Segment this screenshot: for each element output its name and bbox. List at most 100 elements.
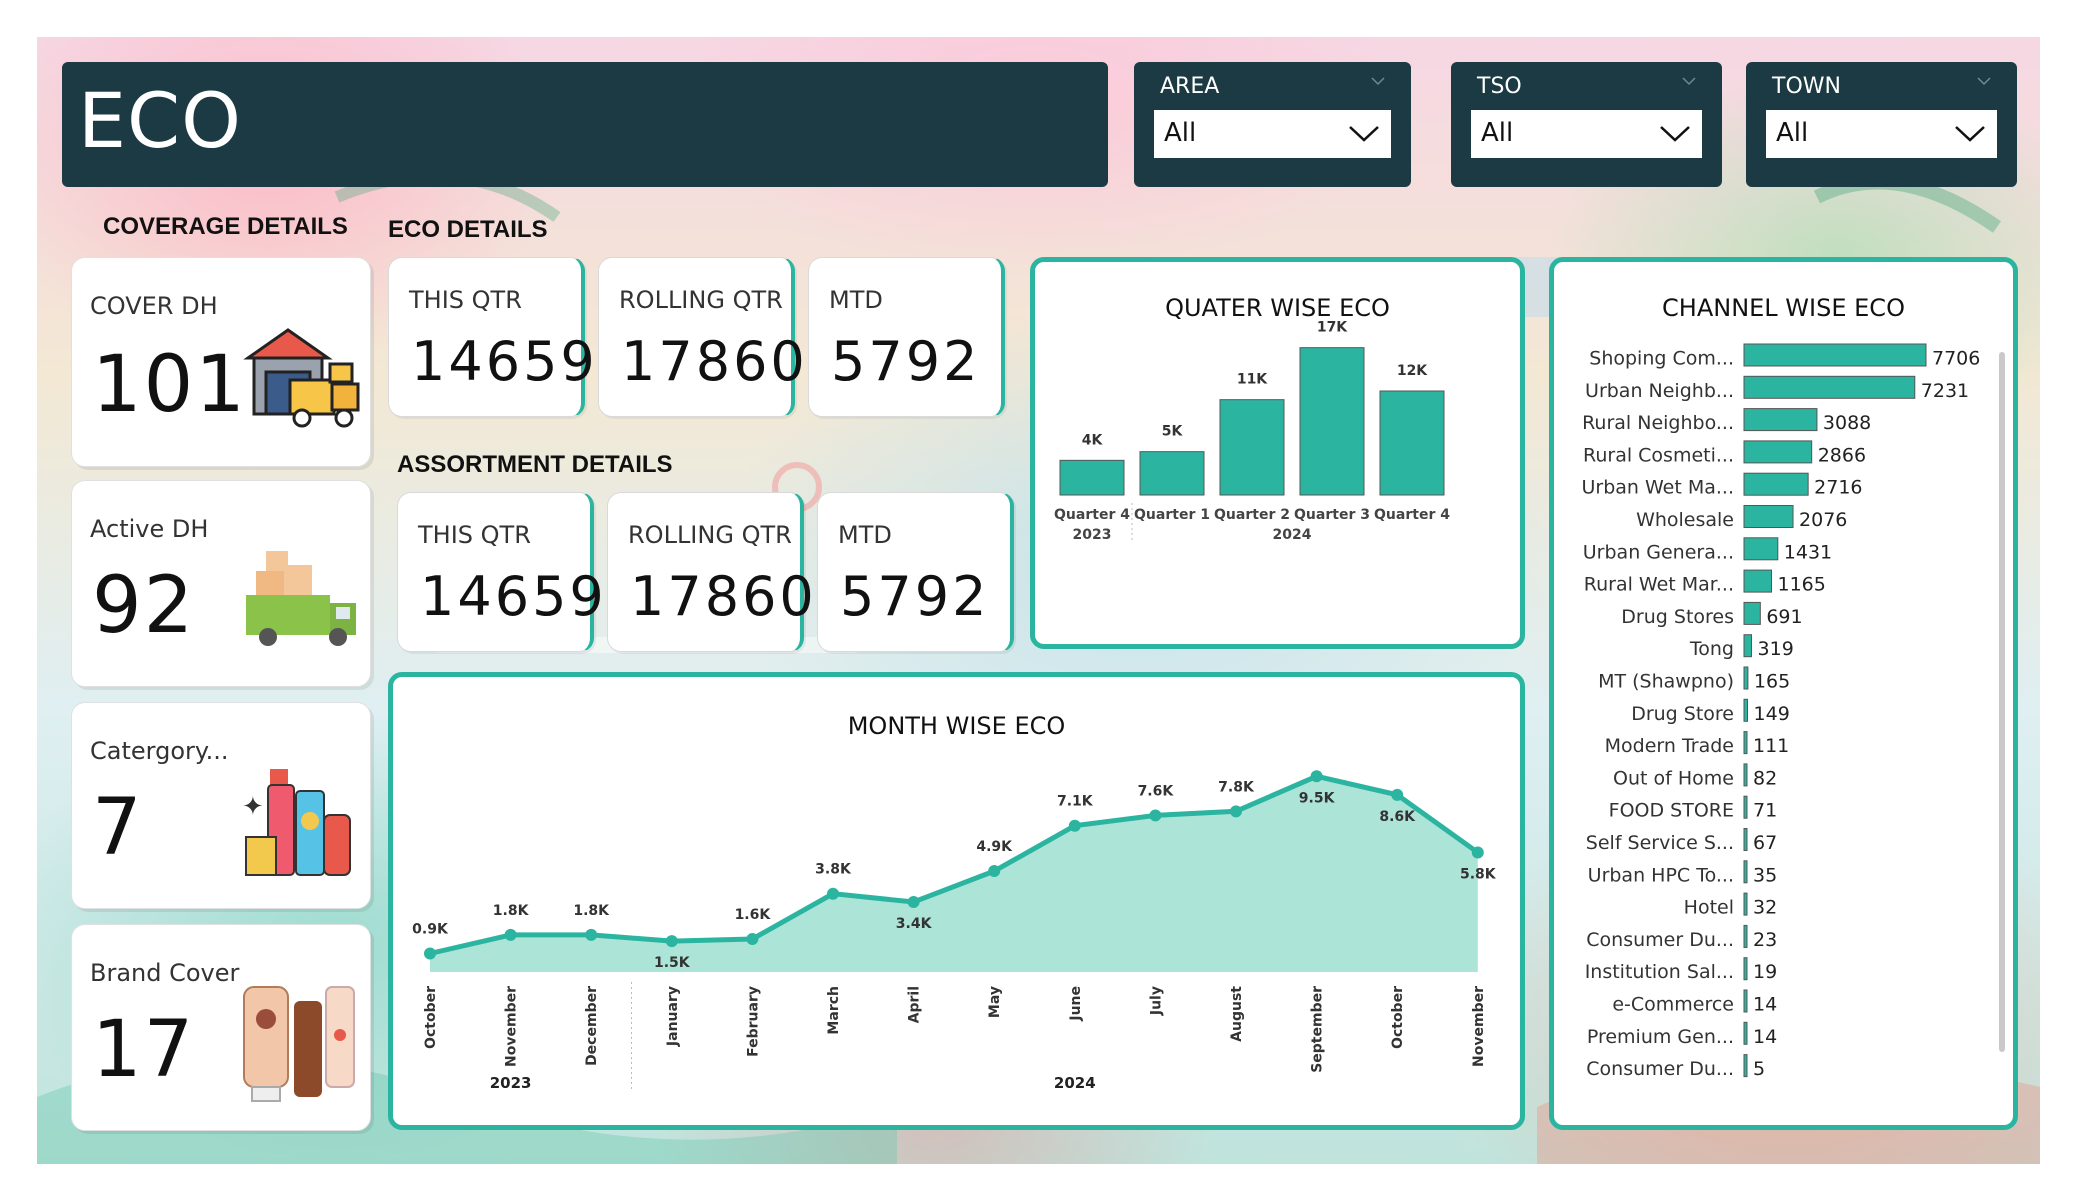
channel-value-label: 32: [1753, 897, 1777, 919]
brand-cover-value: 17: [92, 1005, 196, 1095]
dashboard-canvas: ECO AREA All TSO All TOWN All COVERAGE D…: [37, 37, 2040, 1164]
channel-value-label: 1165: [1778, 574, 1826, 596]
channel-category-label: Tong: [1689, 638, 1734, 660]
channel-bar: [1743, 892, 1748, 916]
channel-category-label: MT (Shawpno): [1598, 671, 1734, 693]
month-tick-label: December: [584, 986, 600, 1066]
town-filter-dropdown[interactable]: All: [1766, 110, 1997, 158]
quarter-data-label: 17K: [1317, 320, 1348, 336]
channel-category-label: Rural Cosmeti...: [1583, 444, 1734, 466]
assortment-rolling-qtr-value: 17860: [630, 565, 817, 628]
eco-details-heading: ECO DETAILS: [388, 216, 548, 243]
quarter-bar: [1059, 459, 1125, 496]
chevron-down-icon: [1682, 77, 1696, 86]
channel-bar: [1743, 440, 1813, 464]
quarter-data-label: 12K: [1397, 363, 1428, 379]
channel-value-label: 23: [1753, 929, 1777, 951]
month-data-label: 1.8K: [573, 903, 610, 919]
channel-category-label: Urban Neighb...: [1585, 380, 1734, 402]
channel-bar: [1743, 989, 1748, 1013]
tso-filter[interactable]: TSO All: [1451, 62, 1722, 187]
channel-chart-scrollbar[interactable]: [1999, 352, 2005, 1052]
quarter-tick-label: Quarter 1: [1134, 507, 1210, 523]
cover-dh-value: 101: [92, 340, 247, 430]
area-filter-value: All: [1164, 118, 1197, 148]
channel-value-label: 82: [1753, 767, 1777, 789]
month-year-label: 2023: [490, 1074, 532, 1092]
channel-category-label: Urban Genera...: [1583, 541, 1734, 563]
warehouse-truck-icon: [243, 328, 360, 428]
assortment-rolling-qtr-title: ROLLING QTR: [628, 521, 792, 549]
month-data-point: [424, 947, 436, 960]
channel-bar: [1743, 569, 1773, 593]
area-filter-dropdown[interactable]: All: [1154, 110, 1391, 158]
delivery-truck-icon: [246, 551, 356, 646]
channel-value-label: 2076: [1799, 509, 1847, 531]
month-data-point: [1149, 809, 1162, 822]
assortment-this-qtr-value: 14659: [420, 565, 607, 628]
channel-value-label: 35: [1753, 864, 1777, 886]
assortment-mtd-card: MTD 5792: [817, 492, 1014, 652]
channel-category-label: Urban Wet Ma...: [1581, 477, 1734, 499]
quarter-tick-label: Quarter 4: [1374, 507, 1450, 523]
area-filter-label: AREA: [1160, 74, 1220, 99]
eco-this-qtr-card: THIS QTR 14659: [388, 257, 595, 417]
eco-mtd-value: 5792: [831, 330, 981, 393]
month-data-label: 4.9K: [976, 839, 1013, 855]
month-tick-label: November: [504, 986, 520, 1067]
assortment-mtd-value: 5792: [840, 565, 990, 628]
channel-bar: [1743, 763, 1748, 787]
channel-category-label: FOOD STORE: [1609, 800, 1734, 822]
brand-cover-card: Brand Cover 17: [71, 924, 371, 1131]
cover-dh-title: COVER DH: [90, 292, 218, 320]
channel-bar: [1743, 1054, 1748, 1078]
month-data-point: [1471, 846, 1484, 859]
channel-bar: [1743, 666, 1749, 690]
quarter-tick-label: Quarter 3: [1294, 507, 1370, 523]
channel-value-label: 67: [1753, 832, 1777, 854]
active-dh-value: 92: [92, 561, 196, 651]
channel-bar: [1743, 472, 1809, 496]
chevron-down-icon[interactable]: [1347, 120, 1381, 146]
channel-bar: [1743, 1021, 1748, 1045]
channel-category-label: Modern Trade: [1605, 735, 1734, 757]
assortment-this-qtr-title: THIS QTR: [418, 521, 531, 549]
tso-filter-dropdown[interactable]: All: [1471, 110, 1702, 158]
channel-category-label: Rural Neighbo...: [1582, 412, 1734, 434]
eco-rolling-qtr-value: 17860: [621, 330, 808, 393]
quarter-year-label: 2024: [1273, 527, 1312, 543]
channel-category-label: Urban HPC To...: [1588, 864, 1734, 886]
channel-value-label: 149: [1754, 703, 1790, 725]
quarter-tick-label: Quarter 4: [1054, 507, 1130, 523]
quarter-bar: [1379, 390, 1445, 496]
eco-this-qtr-value: 14659: [411, 330, 598, 393]
channel-category-label: Self Service S...: [1586, 832, 1734, 854]
month-tick-label: April: [907, 986, 923, 1023]
coverage-details-heading: COVERAGE DETAILS: [103, 213, 348, 240]
channel-category-label: Consumer Du...: [1586, 929, 1734, 951]
assortment-mtd-title: MTD: [838, 521, 892, 549]
channel-category-label: Drug Store: [1631, 703, 1734, 725]
channel-value-label: 2866: [1818, 444, 1866, 466]
month-data-label: 3.4K: [896, 916, 933, 932]
town-filter[interactable]: TOWN All: [1746, 62, 2017, 187]
area-filter[interactable]: AREA All: [1134, 62, 1411, 187]
channel-bar: [1743, 795, 1748, 819]
quarter-wise-eco-chart: 4K Quarter 4 5K Quarter 1 11K Quarter 2 17K Qua…: [1054, 320, 1450, 543]
month-data-point: [988, 865, 1001, 878]
channel-value-label: 71: [1753, 800, 1777, 822]
eco-rolling-qtr-title: ROLLING QTR: [619, 286, 783, 314]
channel-category-label: Hotel: [1684, 897, 1734, 919]
month-tick-label: May: [987, 986, 1003, 1018]
channel-value-label: 14: [1753, 994, 1777, 1016]
month-tick-label: January: [665, 986, 681, 1047]
channel-value-label: 111: [1753, 735, 1789, 757]
chevron-down-icon[interactable]: [1658, 120, 1692, 146]
quarter-data-label: 4K: [1082, 432, 1104, 448]
month-data-point: [827, 887, 839, 900]
channel-category-label: Rural Wet Mar...: [1584, 574, 1734, 596]
chevron-down-icon: [1371, 77, 1385, 86]
chevron-down-icon[interactable]: [1953, 120, 1987, 146]
town-filter-value: All: [1776, 118, 1809, 148]
month-data-point: [504, 928, 517, 941]
